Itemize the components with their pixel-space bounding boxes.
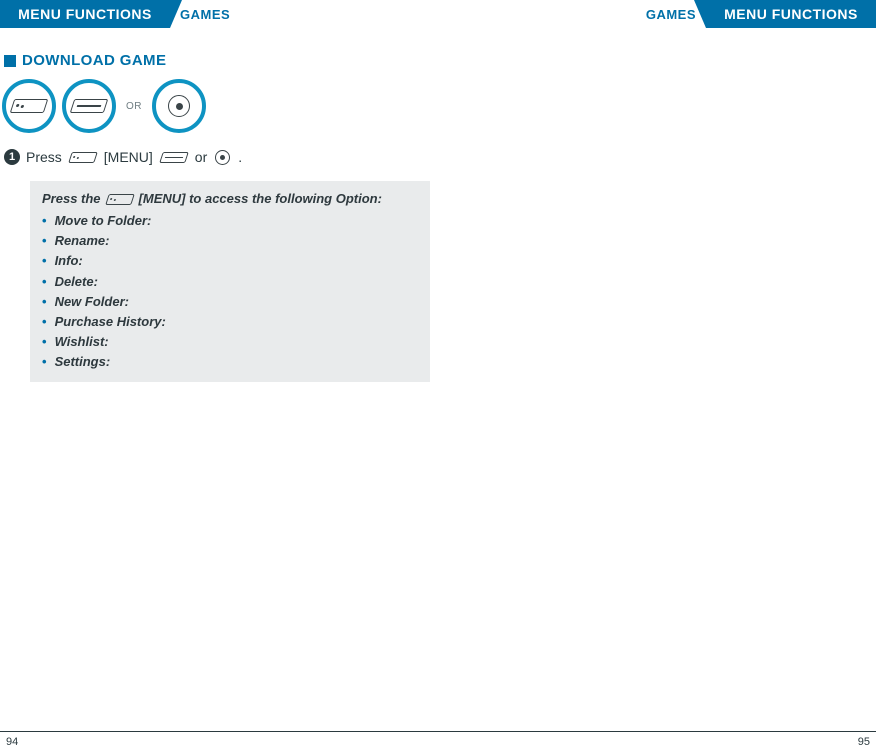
list-item: Info: xyxy=(42,251,418,271)
option-label: Info: xyxy=(55,251,83,271)
softkey-inline-icon xyxy=(68,152,98,163)
page-number-left: 94 xyxy=(6,736,18,748)
options-panel: Press the [MENU] to access the following… xyxy=(30,181,430,382)
step-text-or: or xyxy=(195,149,207,165)
header-right: GAMES MENU FUNCTIONS xyxy=(636,0,876,28)
menu-key-inline-icon xyxy=(159,152,189,163)
option-label: Purchase History: xyxy=(55,312,166,332)
softkey-inline-icon xyxy=(105,194,135,205)
option-label: Delete: xyxy=(55,272,98,292)
options-lead-post: [MENU] to access the following Option: xyxy=(139,189,382,209)
list-item: New Folder: xyxy=(42,292,418,312)
list-item: Move to Folder: xyxy=(42,211,418,231)
option-label: Wishlist: xyxy=(55,332,109,352)
ok-key-icon xyxy=(152,79,206,133)
options-list: Move to Folder: Rename: Info: Delete: Ne… xyxy=(42,211,418,372)
bullet-square-icon xyxy=(4,55,16,67)
page-number-right: 95 xyxy=(858,736,870,748)
option-label: Rename: xyxy=(55,231,110,251)
header-left: MENU FUNCTIONS GAMES xyxy=(0,0,240,28)
step-text-press: Press xyxy=(26,149,62,165)
page-footer: 94 95 xyxy=(0,731,876,748)
menu-key-icon xyxy=(62,79,116,133)
list-item: Wishlist: xyxy=(42,332,418,352)
page-header: MENU FUNCTIONS GAMES GAMES MENU FUNCTION… xyxy=(0,0,876,28)
ok-glyph-icon xyxy=(168,95,190,117)
ok-key-inline-icon xyxy=(215,150,230,165)
or-label: OR xyxy=(126,101,142,112)
list-item: Settings: xyxy=(42,352,418,372)
softkey-icon xyxy=(2,79,56,133)
option-label: New Folder: xyxy=(55,292,129,312)
section-heading: DOWNLOAD GAME xyxy=(4,52,876,69)
list-item: Rename: xyxy=(42,231,418,251)
list-item: Delete: xyxy=(42,272,418,292)
softkey-glyph-icon xyxy=(10,99,49,113)
section-title: DOWNLOAD GAME xyxy=(22,52,166,69)
options-lead: Press the [MENU] to access the following… xyxy=(42,189,418,209)
step-number-badge: 1 xyxy=(4,149,20,165)
list-item: Purchase History: xyxy=(42,312,418,332)
step-text-menu: [MENU] xyxy=(104,149,153,165)
menu-key-glyph-icon xyxy=(70,99,109,113)
step-1: 1 Press [MENU] or . xyxy=(4,149,876,165)
header-tab-primary-right: MENU FUNCTIONS xyxy=(706,0,876,28)
step-text-period: . xyxy=(238,149,242,165)
icon-row: OR xyxy=(2,79,876,133)
options-lead-pre: Press the xyxy=(42,189,101,209)
header-tab-primary-left: MENU FUNCTIONS xyxy=(0,0,170,28)
option-label: Settings: xyxy=(55,352,111,372)
option-label: Move to Folder: xyxy=(55,211,152,231)
